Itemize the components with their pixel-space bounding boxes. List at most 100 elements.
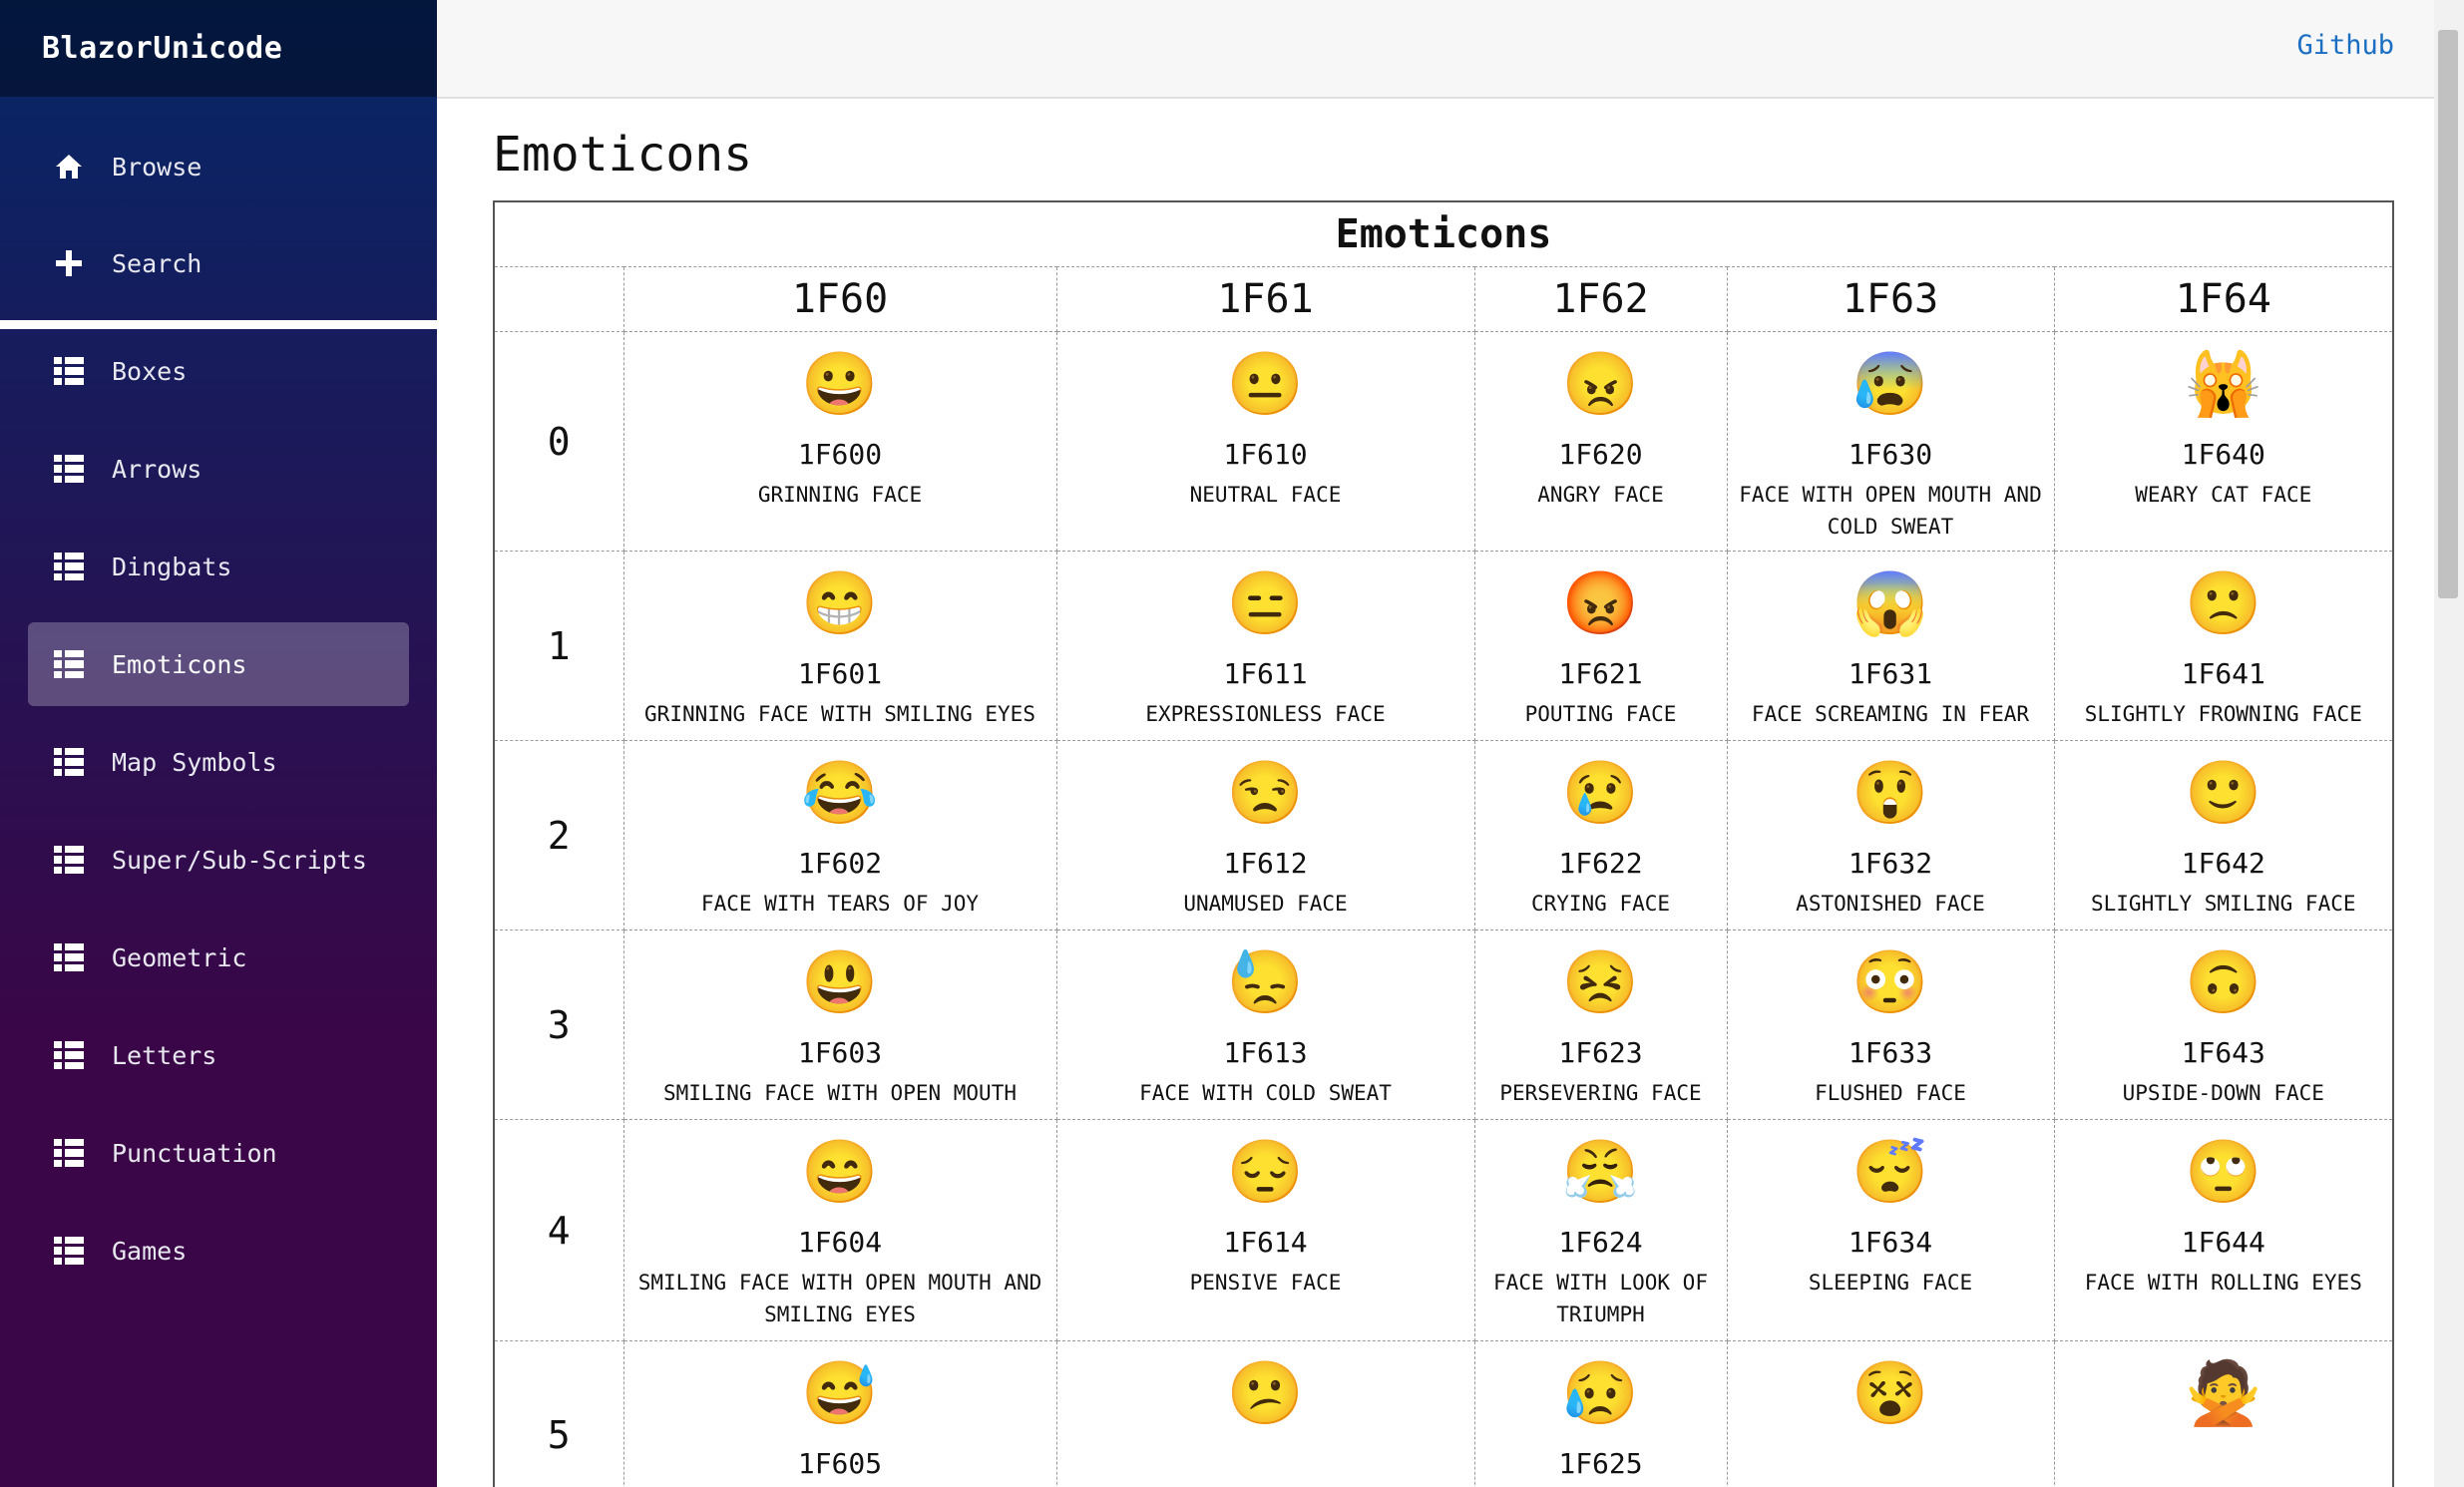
nav-item-emoticons[interactable]: Emoticons: [28, 622, 409, 706]
table-row: 3 😃 1F603 SMILING FACE WITH OPEN MOUTH 😓 1F61…: [493, 929, 2394, 1120]
char-name: PERSEVERING FACE: [1499, 1081, 1702, 1105]
code-point: 1F634: [1848, 1226, 1933, 1259]
code-point: 1F602: [797, 847, 883, 880]
char-cell[interactable]: 😴 1F634 SLEEPING FACE: [1726, 1119, 2055, 1341]
char-cell[interactable]: 😁 1F601 GRINNING FACE WITH SMILING EYES: [622, 551, 1057, 741]
column-header: 1F64: [2053, 266, 2394, 332]
char-cell[interactable]: 😓 1F613 FACE WITH COLD SWEAT: [1055, 929, 1475, 1120]
corner-cell: [493, 266, 624, 332]
nav-item-search[interactable]: Search: [28, 221, 409, 305]
char-name: FACE WITH COLD SWEAT: [1139, 1081, 1392, 1105]
table-caption: Emoticons: [493, 200, 2394, 267]
char-cell[interactable]: 🙀 1F640 WEARY CAT FACE: [2053, 331, 2394, 552]
emoji-glyph: 🙄: [2185, 1135, 2262, 1208]
nav-label: Letters: [112, 1040, 217, 1070]
char-cell[interactable]: 😳 1F633 FLUSHED FACE: [1726, 929, 2055, 1120]
list-icon: [54, 942, 84, 972]
code-point: 1F622: [1558, 847, 1643, 880]
emoji-glyph: 😃: [801, 945, 879, 1018]
code-point: 1F621: [1558, 657, 1643, 690]
nav-item-games[interactable]: Games: [28, 1209, 409, 1293]
code-point: 1F641: [2181, 657, 2265, 690]
emoji-glyph: 😅: [801, 1356, 879, 1429]
nav-item-dingbats[interactable]: Dingbats: [28, 525, 409, 608]
row-header: 0: [493, 331, 624, 552]
char-cell[interactable]: 😢 1F622 CRYING FACE: [1473, 740, 1728, 930]
emoji-glyph: 🙀: [2185, 347, 2262, 420]
emoji-glyph: 🙃: [2185, 945, 2262, 1018]
sidebar: BlazorUnicode Browse Search Boxes Arrows D…: [0, 0, 437, 1487]
code-point: 1F632: [1848, 847, 1933, 880]
nav-item-geometric[interactable]: Geometric: [28, 916, 409, 999]
char-cell[interactable]: 🙃 1F643 UPSIDE-DOWN FACE: [2053, 929, 2394, 1120]
plus-icon: [54, 248, 84, 278]
nav-item-letters[interactable]: Letters: [28, 1013, 409, 1097]
char-cell[interactable]: 😃 1F603 SMILING FACE WITH OPEN MOUTH: [622, 929, 1057, 1120]
char-name: SLIGHTLY SMILING FACE: [2091, 892, 2356, 916]
column-header: 1F60: [622, 266, 1057, 332]
emoji-glyph: 😕: [1226, 1356, 1305, 1429]
char-name: NEUTRAL FACE: [1189, 483, 1342, 507]
code-point: 1F612: [1223, 847, 1308, 880]
char-cell[interactable]: 😕: [1055, 1340, 1475, 1487]
nav-label: Games: [112, 1236, 188, 1266]
char-name: FACE WITH LOOK OF TRIUMPH: [1493, 1271, 1708, 1326]
nav-item-boxes[interactable]: Boxes: [28, 329, 409, 413]
nav-item-super-sub-scripts[interactable]: Super/Sub-Scripts: [28, 818, 409, 902]
char-cell[interactable]: 😅 1F605: [622, 1340, 1057, 1487]
code-point: 1F642: [2181, 847, 2265, 880]
char-cell[interactable]: 😥 1F625: [1473, 1340, 1728, 1487]
code-point: 1F620: [1558, 438, 1643, 471]
emoji-glyph: 😡: [1561, 566, 1640, 639]
github-link[interactable]: Github: [2296, 30, 2394, 61]
char-cell[interactable]: 😲 1F632 ASTONISHED FACE: [1726, 740, 2055, 930]
app-brand[interactable]: BlazorUnicode: [0, 0, 437, 97]
nav-label: Boxes: [112, 356, 188, 386]
char-cell[interactable]: 😑 1F611 EXPRESSIONLESS FACE: [1055, 551, 1475, 741]
char-cell[interactable]: 🙂 1F642 SLIGHTLY SMILING FACE: [2053, 740, 2394, 930]
emoji-glyph: 😂: [801, 756, 879, 829]
emoji-glyph: 😑: [1226, 566, 1305, 639]
char-name: ASTONISHED FACE: [1796, 892, 1985, 916]
char-cell[interactable]: 😱 1F631 FACE SCREAMING IN FEAR: [1726, 551, 2055, 741]
nav-label: Browse: [112, 152, 203, 182]
emoji-glyph: 😠: [1561, 347, 1640, 420]
char-cell[interactable]: 😔 1F614 PENSIVE FACE: [1055, 1119, 1475, 1341]
column-header: 1F63: [1726, 266, 2055, 332]
nav-item-browse[interactable]: Browse: [28, 125, 409, 208]
char-cell[interactable]: 😤 1F624 FACE WITH LOOK OF TRIUMPH: [1473, 1119, 1728, 1341]
code-point: 1F624: [1558, 1226, 1643, 1259]
emoji-glyph: 🙅: [2185, 1356, 2262, 1429]
code-point: 1F633: [1848, 1036, 1933, 1069]
nav-item-arrows[interactable]: Arrows: [28, 427, 409, 511]
char-cell[interactable]: 😒 1F612 UNAMUSED FACE: [1055, 740, 1475, 930]
char-cell[interactable]: 😀 1F600 GRINNING FACE: [622, 331, 1057, 552]
char-cell[interactable]: 😂 1F602 FACE WITH TEARS OF JOY: [622, 740, 1057, 930]
scroll-thumb[interactable]: [2438, 30, 2458, 598]
char-cell[interactable]: 🙁 1F641 SLIGHTLY FROWNING FACE: [2053, 551, 2394, 741]
char-cell[interactable]: 😠 1F620 ANGRY FACE: [1473, 331, 1728, 552]
code-point: 1F614: [1223, 1226, 1308, 1259]
emoji-glyph: 😰: [1851, 347, 1929, 420]
code-point: 1F600: [797, 438, 883, 471]
nav-item-map-symbols[interactable]: Map Symbols: [28, 720, 409, 804]
scrollbar[interactable]: [2434, 0, 2464, 1487]
code-point: 1F610: [1223, 438, 1308, 471]
char-cell[interactable]: 😡 1F621 POUTING FACE: [1473, 551, 1728, 741]
char-cell[interactable]: 😵: [1726, 1340, 2055, 1487]
list-icon: [54, 552, 84, 581]
char-cell[interactable]: 😐 1F610 NEUTRAL FACE: [1055, 331, 1475, 552]
char-cell[interactable]: 🙄 1F644 FACE WITH ROLLING EYES: [2053, 1119, 2394, 1341]
char-cell[interactable]: 😰 1F630 FACE WITH OPEN MOUTH AND COLD SWEA…: [1726, 331, 2055, 552]
emoji-glyph: 😲: [1851, 756, 1929, 829]
char-name: GRINNING FACE: [757, 483, 923, 507]
char-cell[interactable]: 😣 1F623 PERSEVERING FACE: [1473, 929, 1728, 1120]
char-name: FACE WITH ROLLING EYES: [2084, 1271, 2362, 1295]
char-cell[interactable]: 🙅: [2053, 1340, 2394, 1487]
char-name: FACE WITH OPEN MOUTH AND COLD SWEAT: [1739, 483, 2042, 539]
emoji-glyph: 😴: [1851, 1135, 1929, 1208]
code-point: 1F611: [1223, 657, 1308, 690]
char-cell[interactable]: 😄 1F604 SMILING FACE WITH OPEN MOUTH AND S…: [622, 1119, 1057, 1341]
code-point: 1F613: [1223, 1036, 1308, 1069]
nav-item-punctuation[interactable]: Punctuation: [28, 1111, 409, 1195]
